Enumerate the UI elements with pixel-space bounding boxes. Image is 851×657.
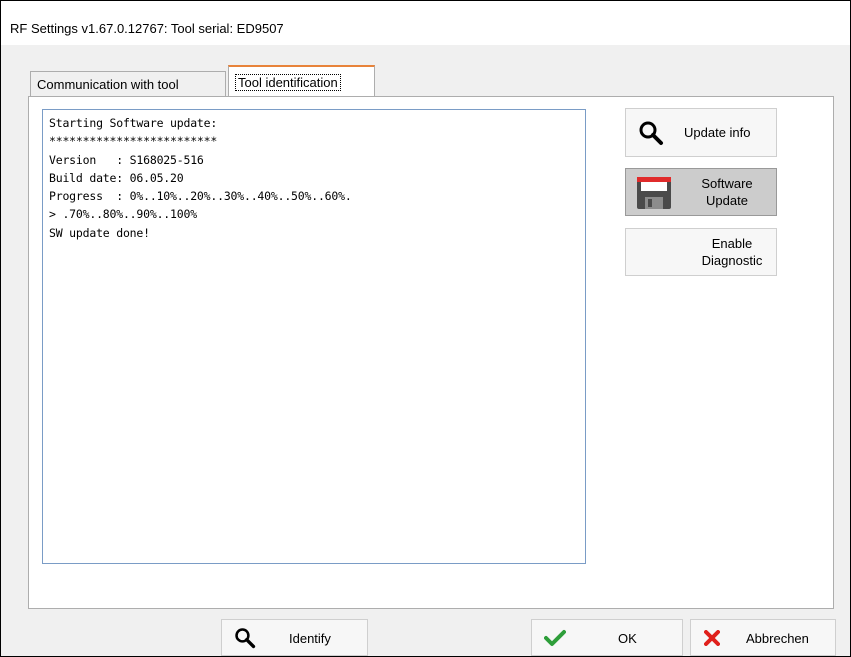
- tab-tool-identification[interactable]: Tool identification: [228, 65, 375, 97]
- enable-diagnostic-label-line2: Diagnostic: [701, 253, 763, 268]
- software-update-label-line2: Update: [706, 193, 748, 208]
- search-icon: [235, 628, 256, 649]
- identify-label: Identify: [289, 631, 331, 646]
- identify-button[interactable]: Identify: [221, 619, 368, 656]
- log-line: Progress : 0%..10%..20%..30%..40%..50%..…: [49, 189, 352, 204]
- update-info-button[interactable]: Update info: [625, 108, 777, 157]
- cancel-button[interactable]: Abbrechen: [690, 619, 836, 656]
- close-icon: [704, 630, 720, 646]
- log-line: *************************: [49, 134, 218, 149]
- cancel-label: Abbrechen: [746, 631, 809, 646]
- window-title: RF Settings v1.67.0.12767: Tool serial: …: [10, 21, 284, 36]
- log-line: > .70%..80%..90%..100%: [49, 207, 197, 222]
- search-icon: [639, 121, 663, 145]
- enable-diagnostic-label-line1: Enable: [711, 236, 753, 251]
- log-line: Version : S168025-516: [49, 152, 204, 167]
- checkmark-icon: [544, 630, 566, 646]
- log-line: Starting Software update:: [49, 116, 218, 130]
- log-line: SW update done!: [49, 225, 150, 240]
- ok-button[interactable]: OK: [531, 619, 683, 656]
- software-update-button[interactable]: Software Update: [625, 168, 777, 216]
- floppy-disk-icon: [637, 177, 671, 209]
- tab-communication-with-tool[interactable]: Communication with tool: [30, 71, 226, 96]
- software-update-label-line1: Software: [701, 176, 753, 191]
- settings-window: RF Settings v1.67.0.12767: Tool serial: …: [0, 0, 851, 657]
- tab-label: Tool identification: [235, 74, 341, 91]
- enable-diagnostic-button[interactable]: Enable Diagnostic: [625, 228, 777, 276]
- footer-bar: Identify OK Abbrechen: [1, 609, 850, 656]
- update-info-label: Update info: [684, 125, 751, 140]
- title-bar: RF Settings v1.67.0.12767: Tool serial: …: [1, 1, 850, 45]
- tab-label: Communication with tool: [37, 77, 179, 92]
- log-line: Build date: 06.05.20: [49, 170, 184, 185]
- update-log-textbox[interactable]: Starting Software update: **************…: [42, 109, 586, 564]
- ok-label: OK: [618, 631, 637, 646]
